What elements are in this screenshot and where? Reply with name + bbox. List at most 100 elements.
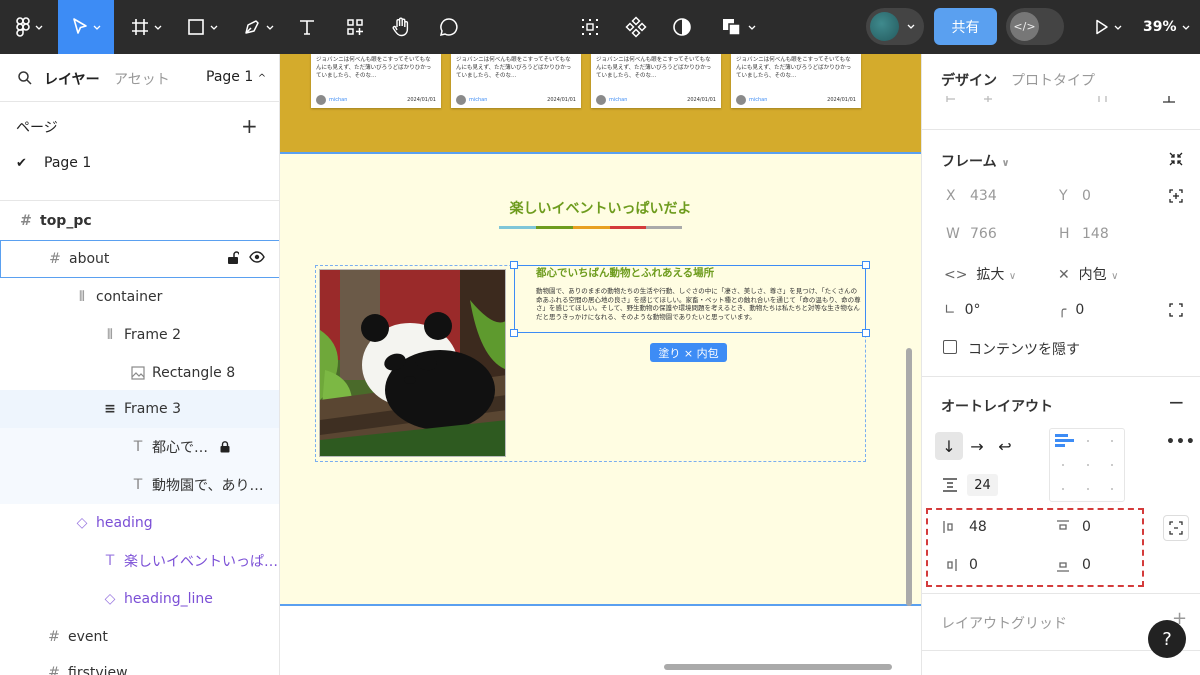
alignment-dot[interactable] <box>1062 488 1064 490</box>
y-field[interactable]: 0 <box>1082 188 1091 204</box>
panda-image[interactable] <box>319 269 506 457</box>
height-resizing-dropdown[interactable]: ✕ 内包 ∨ <box>1058 264 1118 284</box>
event-card[interactable]: ジョバンニは何べんも眼をこすってそいてもなんにも見えず、ただ薄いびろうどばかりひ… <box>311 54 441 108</box>
comment-tool-icon <box>439 18 458 37</box>
tab-prototype[interactable]: プロトタイプ <box>1011 70 1095 90</box>
zoom-menu[interactable]: 39% <box>1143 0 1190 54</box>
layer-about[interactable]: # about <box>0 240 279 278</box>
comment-tool-button[interactable] <box>432 0 466 54</box>
layer-firstview[interactable]: # firstview <box>0 654 279 675</box>
frame-tool-button[interactable] <box>124 0 168 54</box>
padding-top-field[interactable]: 0 <box>1082 519 1091 535</box>
create-component-button[interactable] <box>622 0 650 54</box>
move-tool-button[interactable] <box>58 0 114 54</box>
width-resize-icon: <> <box>944 267 968 283</box>
alignment-dot[interactable] <box>1087 488 1089 490</box>
heading-line[interactable] <box>499 226 682 229</box>
add-page-button[interactable]: + <box>241 114 258 138</box>
share-button[interactable]: 共有 <box>934 8 997 45</box>
independent-corners-icon[interactable] <box>1169 303 1183 317</box>
alignment-dot[interactable] <box>1111 440 1113 442</box>
layer-heading[interactable]: ◇ heading <box>0 504 279 542</box>
layer-container[interactable]: ⫴ container <box>0 278 279 316</box>
layer-top-pc[interactable]: # top_pc <box>0 202 279 240</box>
resources-tool-button[interactable] <box>338 0 372 54</box>
gap-field[interactable]: 24 <box>967 474 998 496</box>
layer-frame-3[interactable]: ≡ Frame 3 <box>0 390 279 428</box>
corner-radius-field[interactable]: ╭ 0 <box>1058 302 1084 318</box>
about-body[interactable]: 動物園で、ありのままの動物たちの生活や行動、しぐさの中に「凄さ、美しさ、尊さ」を… <box>536 287 861 321</box>
event-card[interactable]: ジョバンニは何べんも眼をこすってそいてもなんにも見えず、ただ薄いびろうどばかりひ… <box>731 54 861 108</box>
alignment-dot[interactable] <box>1062 464 1064 466</box>
mask-button[interactable] <box>668 0 696 54</box>
layer-rectangle-8[interactable]: Rectangle 8 <box>0 354 279 392</box>
alignment-grid[interactable] <box>1049 428 1125 502</box>
event-card[interactable]: ジョバンニは何べんも眼をこすってそいてもなんにも見えず、ただ薄いびろうどばかりひ… <box>451 54 581 108</box>
alignment-dot[interactable] <box>1087 464 1089 466</box>
avatar[interactable] <box>870 12 899 41</box>
w-field[interactable]: 766 <box>970 226 997 242</box>
search-icon[interactable] <box>18 71 32 85</box>
padding-right-field[interactable]: 0 <box>969 557 978 573</box>
direction-wrap-button[interactable]: ↩ <box>991 432 1019 460</box>
collapse-icon[interactable] <box>1169 152 1183 166</box>
layer-frame-2[interactable]: ⫴ Frame 2 <box>0 316 279 354</box>
play-icon <box>1095 19 1108 35</box>
canvas[interactable]: ジョバンニは何べんも眼をこすってそいてもなんにも見えず、ただ薄いびろうどばかりひ… <box>280 54 921 675</box>
frame-section-header[interactable]: フレーム ∨ <box>941 151 1010 171</box>
resize-handle[interactable] <box>862 261 870 269</box>
direction-horizontal-button[interactable]: → <box>963 432 991 460</box>
tab-layers[interactable]: レイヤー <box>44 69 100 89</box>
layer-text-body[interactable]: T 動物園で、あり… <box>0 466 279 504</box>
individual-padding-button[interactable] <box>1163 515 1189 541</box>
boolean-button[interactable] <box>718 0 758 54</box>
align-top-icon[interactable] <box>1098 96 1110 106</box>
resize-handle[interactable] <box>510 261 518 269</box>
page-selector[interactable]: Page 1 ^ <box>206 69 266 85</box>
grid-button[interactable] <box>576 0 604 54</box>
more-options-icon[interactable]: ••• <box>1166 434 1196 450</box>
hand-tool-button[interactable] <box>384 0 418 54</box>
clip-content-checkbox[interactable] <box>943 340 957 354</box>
dev-mode-toggle[interactable]: </> <box>1006 8 1064 45</box>
distribute-icon[interactable] <box>1162 96 1176 106</box>
align-center-horizontal-icon[interactable] <box>982 96 994 106</box>
vertical-scrollbar[interactable] <box>906 348 912 606</box>
page-item[interactable]: ✔ Page 1 <box>16 155 91 171</box>
unlock-icon[interactable] <box>227 251 239 265</box>
resize-handle[interactable] <box>510 329 518 337</box>
padding-bottom-field[interactable]: 0 <box>1082 557 1091 573</box>
direction-vertical-button[interactable]: ↓ <box>935 432 963 460</box>
text-tool-button[interactable] <box>290 0 324 54</box>
alignment-dot[interactable] <box>1111 464 1113 466</box>
present-button[interactable] <box>1088 0 1128 54</box>
padding-left-field[interactable]: 48 <box>969 519 987 535</box>
about-title[interactable]: 都心でいちばん動物とふれあえる場所 <box>536 265 714 280</box>
main-menu-button[interactable] <box>8 0 50 54</box>
rotation-field[interactable]: ∟ 0° <box>944 302 981 318</box>
event-card[interactable]: ジョバンニは何べんも眼をこすってそいてもなんにも見えず、ただ薄いびろうどばかりひ… <box>591 54 721 108</box>
h-field[interactable]: 148 <box>1082 226 1109 242</box>
layer-event[interactable]: # event <box>0 618 279 656</box>
pen-tool-button[interactable] <box>236 0 280 54</box>
horizontal-scrollbar[interactable] <box>664 664 892 670</box>
resize-handle[interactable] <box>862 329 870 337</box>
help-button[interactable]: ? <box>1148 620 1186 658</box>
section-heading[interactable]: 楽しいイベントいっぱいだよ <box>280 198 921 218</box>
alignment-dot[interactable] <box>1087 440 1089 442</box>
lock-icon[interactable] <box>220 441 230 453</box>
eye-icon[interactable] <box>249 251 265 263</box>
layer-heading-text[interactable]: T 楽しいイベントいっぱ… <box>0 542 279 580</box>
x-field[interactable]: 434 <box>970 188 997 204</box>
tab-assets[interactable]: アセット <box>114 69 170 89</box>
multiplayer-menu[interactable] <box>866 8 924 45</box>
tab-design[interactable]: デザイン <box>941 70 997 90</box>
layer-heading-line[interactable]: ◇ heading_line <box>0 580 279 618</box>
layer-text-title[interactable]: T 都心で… <box>0 428 279 466</box>
remove-auto-layout-button[interactable]: − <box>1168 390 1185 414</box>
shape-tool-button[interactable] <box>180 0 224 54</box>
constraints-icon[interactable] <box>1169 189 1183 203</box>
alignment-dot[interactable] <box>1111 488 1113 490</box>
width-resizing-dropdown[interactable]: <> 拡大 ∨ <box>944 264 1016 284</box>
align-left-icon[interactable] <box>946 96 958 106</box>
